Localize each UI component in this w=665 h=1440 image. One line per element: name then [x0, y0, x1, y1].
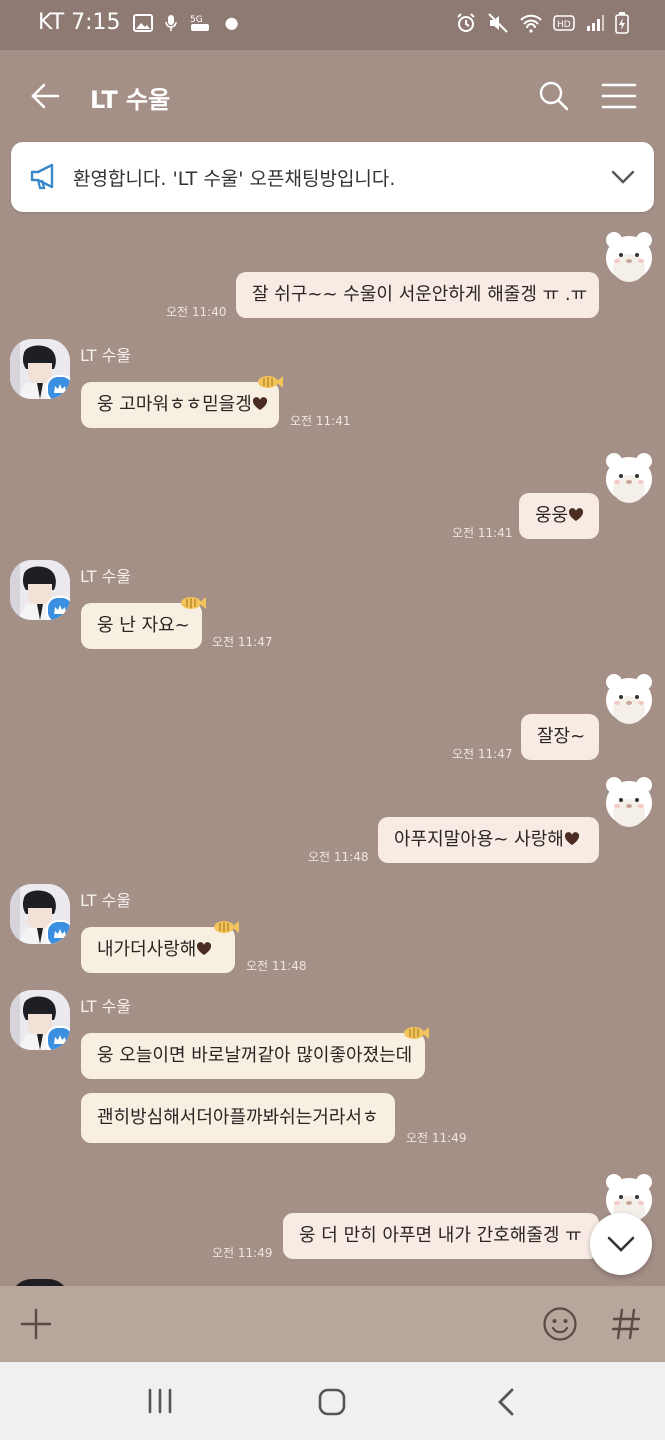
heart-icon	[252, 397, 267, 410]
crown-icon	[46, 375, 70, 399]
message-text: 웅웅	[535, 505, 569, 526]
message-text: 내가더사랑해	[97, 939, 197, 960]
message-bubble[interactable]: 괜히방심해서더아플까봐쉬는거라서ㅎ	[81, 1093, 395, 1143]
crown-icon	[46, 920, 70, 944]
crown-icon	[46, 596, 70, 620]
alarm-icon	[457, 13, 475, 32]
message-input-bar	[0, 1286, 665, 1362]
carrier-time: KT 7:15	[38, 10, 121, 35]
home-icon[interactable]	[318, 1388, 346, 1416]
bear-avatar-icon	[606, 777, 652, 827]
avatar	[10, 1279, 70, 1286]
svg-text:HD: HD	[557, 20, 571, 30]
sender-name: LT 수울	[80, 891, 132, 910]
message-bubble[interactable]: 잘 쉬구~~ 수울이 서운안하게 해줄겡 ㅠ .ㅠ	[236, 272, 599, 318]
fish-icon	[181, 597, 206, 609]
system-nav-bar	[0, 1362, 665, 1440]
chevron-down-icon	[607, 1236, 635, 1252]
notice-banner[interactable]: 환영합니다. 'LT 수울' 오픈채팅방입니다.	[11, 142, 654, 212]
message-bubble[interactable]: 아푸지말아용~ 사랑해	[378, 817, 599, 863]
hashtag-icon[interactable]	[611, 1308, 641, 1340]
fiveg-icon: 5G	[190, 15, 209, 31]
message-bubble[interactable]: 웅 고마워ㅎㅎ믿을겡	[81, 382, 279, 428]
megaphone-icon	[30, 163, 54, 190]
wifi-icon	[520, 14, 542, 33]
crown-icon	[46, 1026, 70, 1050]
battery-icon	[615, 12, 629, 34]
recent-apps-icon[interactable]	[146, 1388, 174, 1414]
bear-avatar-icon	[606, 674, 652, 724]
signal-icon	[587, 15, 604, 31]
gallery-icon	[132, 13, 153, 32]
message-bubble[interactable]: 웅 오늘이면 바로날꺼같아 많이좋아졌는데	[81, 1033, 425, 1079]
message-bubble[interactable]: 잘장~	[521, 714, 599, 760]
back-icon[interactable]	[496, 1387, 516, 1417]
message-text: 웅 고마워ㅎㅎ믿을겡	[97, 394, 252, 415]
mic-icon	[164, 14, 177, 31]
status-bar: KT 7:15 5G ● HD	[0, 0, 665, 50]
chevron-down-icon[interactable]	[611, 170, 635, 184]
avatar[interactable]	[10, 560, 70, 620]
back-arrow-icon[interactable]	[30, 82, 60, 110]
message-time: 오전 11:47	[452, 747, 513, 761]
fish-icon	[258, 376, 283, 388]
search-icon[interactable]	[538, 80, 570, 112]
menu-icon[interactable]	[601, 82, 637, 110]
message-input[interactable]	[70, 1300, 530, 1348]
heart-icon	[197, 942, 212, 955]
message-time: 오전 11:41	[290, 414, 351, 428]
message-text: 아푸지말아용~ 사랑해	[394, 829, 564, 850]
avatar[interactable]	[10, 990, 70, 1050]
hd-icon: HD	[553, 15, 575, 31]
bear-avatar-icon	[606, 453, 652, 503]
mute-icon	[488, 13, 508, 33]
sender-name: LT 수울	[80, 346, 132, 365]
message-time: 오전 11:49	[212, 1246, 273, 1260]
fish-icon	[214, 921, 239, 933]
fish-icon	[404, 1027, 429, 1039]
message-bubble[interactable]: 웅웅	[519, 493, 599, 539]
heart-icon	[564, 832, 579, 845]
emoji-icon[interactable]	[542, 1306, 578, 1342]
message-time: 오전 11:48	[308, 850, 369, 864]
message-time: 오전 11:40	[166, 305, 227, 319]
sender-name: LT 수울	[80, 567, 132, 586]
bear-avatar-icon	[606, 232, 652, 282]
message-time: 오전 11:41	[452, 526, 513, 540]
avatar[interactable]	[10, 339, 70, 399]
notice-text: 환영합니다. 'LT 수울' 오픈채팅방입니다.	[73, 168, 396, 190]
message-bubble[interactable]: 웅 더 만히 아푸면 내가 간호해줄겡 ㅠ	[283, 1213, 599, 1259]
heart-icon	[569, 508, 584, 521]
avatar[interactable]	[10, 884, 70, 944]
plus-icon[interactable]	[20, 1308, 52, 1340]
chat-title: LT 수울	[90, 86, 171, 114]
message-time: 오전 11:48	[246, 959, 307, 973]
scroll-to-bottom-button[interactable]	[590, 1213, 652, 1275]
notification-dot: ●	[224, 13, 239, 32]
message-time: 오전 11:47	[212, 635, 273, 649]
message-time: 오전 11:49	[406, 1131, 467, 1145]
sender-name: LT 수울	[80, 997, 132, 1016]
svg-text:5G: 5G	[190, 15, 203, 25]
